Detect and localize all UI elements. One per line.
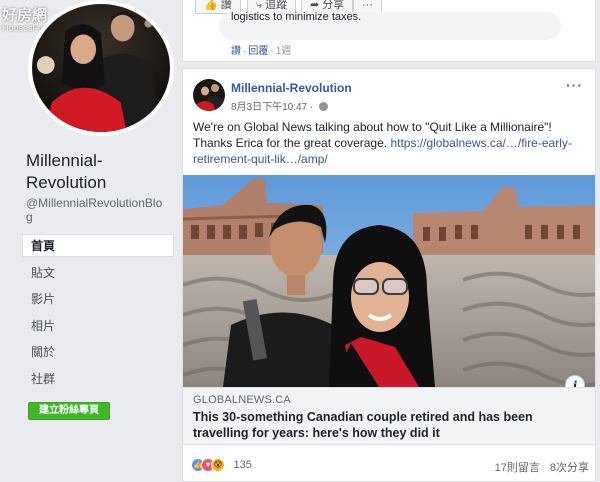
post-timestamp[interactable]: 8月3日下午10:47 xyxy=(231,102,307,113)
reaction-summary[interactable]: 👍 ♥ 😮 135 xyxy=(191,456,252,472)
post-author-avatar[interactable] xyxy=(193,79,225,111)
globe-icon xyxy=(319,102,329,111)
nav-item-about[interactable]: 關於 xyxy=(22,340,174,363)
page-nav: 首頁 貼文 影片 相片 關於 社群 xyxy=(22,234,174,393)
post-more-icon[interactable]: ··· xyxy=(566,77,583,93)
comment-like-link[interactable]: 讚 xyxy=(231,46,241,57)
link-domain: GLOBALNEWS.CA xyxy=(193,394,291,406)
nav-item-posts[interactable]: 貼文 xyxy=(22,261,174,284)
comment-bubble: logistics to minimize taxes. xyxy=(219,12,561,40)
link-preview-image[interactable] xyxy=(183,175,596,387)
comment-actions: 讚 · 回覆 · 1週 xyxy=(231,46,292,57)
link-title: This 30-something Canadian couple retire… xyxy=(193,410,533,440)
comment-time[interactable]: 1週 xyxy=(276,46,292,57)
watermark-main: 好房網 xyxy=(2,7,48,24)
reaction-bar: 👍 ♥ 😮 135 17則留言 8次分享 xyxy=(183,453,595,477)
share-label: 分享 xyxy=(322,0,345,11)
comment-text: logistics to minimize taxes. xyxy=(231,12,362,23)
create-page-button[interactable]: 建立粉絲專頁 xyxy=(28,402,110,420)
nav-item-home[interactable]: 首頁 xyxy=(22,234,174,257)
post-stats: 17則留言 8次分享 xyxy=(495,459,589,475)
share-count[interactable]: 8次分享 xyxy=(550,462,589,474)
post-author-name[interactable]: Millennial-Revolution xyxy=(231,81,352,95)
nav-item-community[interactable]: 社群 xyxy=(22,367,174,390)
rss-icon: ⤷ xyxy=(256,0,263,11)
nav-item-photos[interactable]: 相片 xyxy=(22,314,174,337)
page-handle[interactable]: @MillennialRevolutionBlog xyxy=(26,196,166,224)
like-label: 讚 xyxy=(220,0,232,11)
profile-photo xyxy=(32,4,170,132)
profile-picture[interactable] xyxy=(28,0,174,136)
wow-reaction-icon: 😮 xyxy=(211,457,225,472)
previous-post-card: 👍 讚 ⤷ 追蹤 ➦ 分享 ··· logistics to minimize tax… xyxy=(182,0,596,62)
post-meta: 8月3日下午10:47 · xyxy=(231,98,329,113)
left-sidebar: 好房網 HousesFun News Millennial-Revolution… xyxy=(0,0,182,482)
post-text: We're on Global News talking about how t… xyxy=(193,119,589,167)
share-icon: ➦ xyxy=(310,0,320,11)
thumbs-up-icon: 👍 xyxy=(204,0,218,11)
comment-count[interactable]: 17則留言 xyxy=(495,462,540,474)
link-preview[interactable]: GLOBALNEWS.CA This 30-something Canadian… xyxy=(183,387,595,445)
comment-reply-link[interactable]: 回覆 xyxy=(248,46,268,57)
page-name[interactable]: Millennial-Revolution xyxy=(26,150,176,194)
post-card: Millennial-Revolution 8月3日下午10:47 · ··· … xyxy=(182,68,596,482)
follow-label: 追蹤 xyxy=(265,0,288,11)
nav-item-videos[interactable]: 影片 xyxy=(22,287,174,310)
reaction-count: 135 xyxy=(233,458,252,471)
